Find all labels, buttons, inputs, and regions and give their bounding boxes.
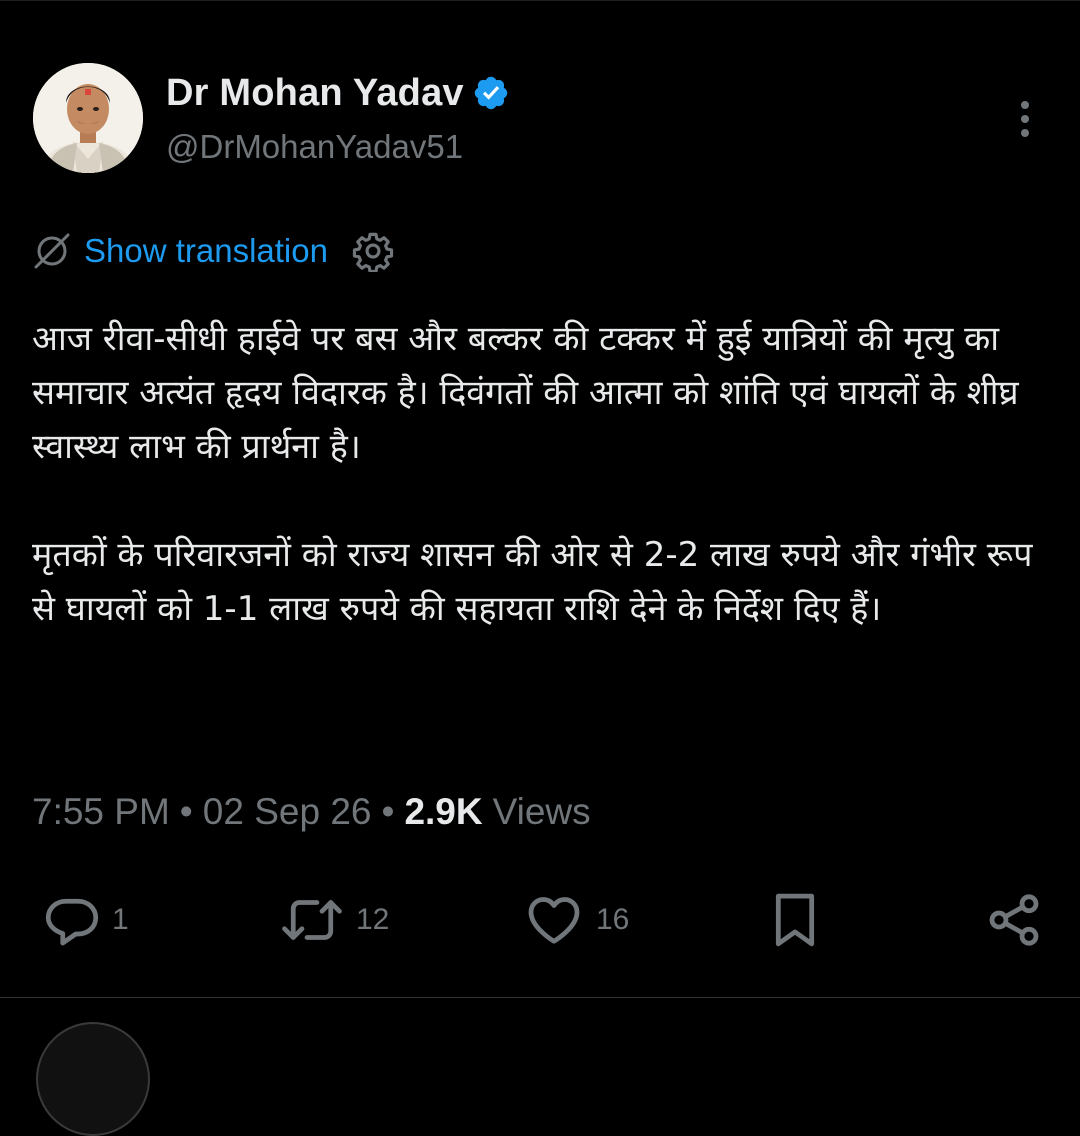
author-avatar[interactable] xyxy=(33,63,143,173)
bookmark-icon xyxy=(775,893,815,947)
tweet-meta: 7:55 PM • 02 Sep 26 • 2.9K Views xyxy=(32,788,591,836)
more-options-button[interactable] xyxy=(1002,96,1048,142)
show-translation-link[interactable]: Show translation xyxy=(84,232,328,270)
views-count[interactable]: 2.9K xyxy=(404,791,482,833)
avatar-photo xyxy=(33,63,143,173)
tweet-text: आज रीवा-सीधी हाईवे पर बस और बल्कर की टक्… xyxy=(32,312,1042,636)
views-label[interactable]: Views xyxy=(493,791,591,833)
tweet-date[interactable]: 02 Sep 26 xyxy=(203,791,372,833)
tweet-time[interactable]: 7:55 PM xyxy=(32,791,170,833)
reply-button[interactable]: 1 xyxy=(42,885,129,955)
reply-icon xyxy=(45,898,99,946)
gear-icon[interactable] xyxy=(352,230,394,272)
like-count: 16 xyxy=(596,903,630,936)
author-name-row: Dr Mohan Yadav xyxy=(166,68,510,118)
repost-icon xyxy=(282,900,342,940)
like-button[interactable]: 16 xyxy=(522,885,629,955)
tweet-paragraph: मृतकों के परिवारजनों को राज्य शासन की ओर… xyxy=(32,535,1033,629)
repost-button[interactable]: 12 xyxy=(278,885,389,955)
verified-badge-icon xyxy=(474,76,507,110)
author-handle[interactable]: @DrMohanYadav51 xyxy=(166,128,463,166)
share-icon xyxy=(989,894,1039,946)
share-button[interactable] xyxy=(984,885,1044,955)
next-post-avatar[interactable] xyxy=(36,1022,150,1136)
tweet-paragraph: आज रीवा-सीधी हाईवे पर बस और बल्कर की टक्… xyxy=(32,319,1019,467)
reply-count: 1 xyxy=(112,903,129,936)
tweet-actions: 1 12 16 xyxy=(0,885,1080,955)
meta-separator: • xyxy=(381,791,395,832)
bottom-divider xyxy=(0,997,1080,998)
globe-slash-icon xyxy=(34,233,70,269)
bookmark-button[interactable] xyxy=(766,885,824,955)
heart-icon xyxy=(528,897,580,944)
more-vertical-icon xyxy=(1021,101,1029,137)
top-divider xyxy=(0,0,1080,1)
meta-separator: • xyxy=(179,791,193,832)
translation-row: Show translation xyxy=(30,227,394,275)
repost-count: 12 xyxy=(356,903,390,936)
author-display-name[interactable]: Dr Mohan Yadav xyxy=(166,72,464,115)
